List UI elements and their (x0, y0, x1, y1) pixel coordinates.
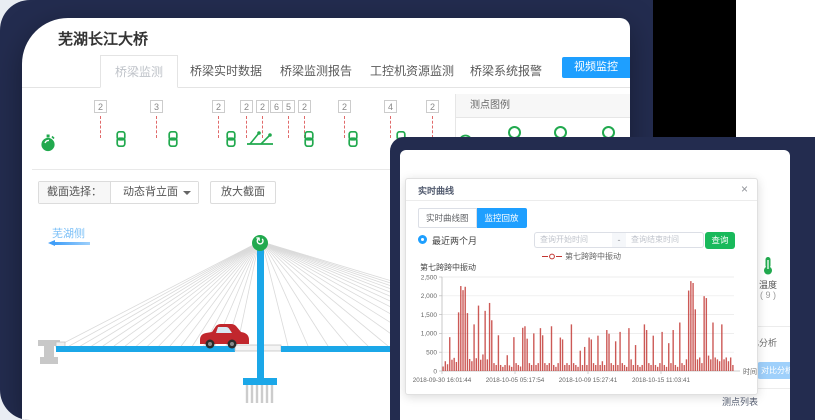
sensor-dashed-line (100, 116, 101, 138)
front-window: 例 温度 ( 9 ) 对比分析 对比分析 测点列表 实时曲线 × 实时曲线图监控… (400, 150, 790, 420)
sensor-dashed-line (344, 116, 345, 138)
tower-cap (243, 378, 277, 385)
range-separator: - (612, 232, 626, 248)
chain-link-icon[interactable] (304, 131, 314, 152)
svg-text:2,500: 2,500 (421, 274, 438, 281)
sensor-count-badge: 5 (282, 100, 295, 113)
svg-text:时间: 时间 (743, 367, 757, 376)
svg-text:2018-09-30 16:01:44: 2018-09-30 16:01:44 (413, 377, 472, 384)
sensor-dashed-line (432, 116, 433, 138)
sensor-count-badge: 2 (426, 100, 439, 113)
tower-piles (247, 385, 272, 403)
close-icon[interactable]: × (741, 182, 748, 196)
tab-4[interactable]: 桥梁系统报警 (470, 55, 542, 88)
compare-analysis-button[interactable]: 对比分析 (757, 362, 790, 379)
section-select-group: 截面选择： 动态背立面 (38, 181, 199, 204)
gps-sensor-icon[interactable]: ↻ (252, 235, 268, 251)
points-list-header: 测点列表 (722, 395, 758, 408)
chain-link-icon[interactable] (226, 131, 236, 152)
vibration-chart[interactable]: 0 500 1,000 1,500 2,000 2,500 2018-09-30 16:01… (406, 271, 758, 393)
chevron-down-icon (183, 191, 191, 195)
svg-text:1,500: 1,500 (421, 312, 438, 319)
black-region (653, 0, 736, 137)
white-region (736, 0, 815, 137)
chain-link-icon[interactable] (116, 131, 126, 152)
front-window-frame: 例 温度 ( 9 ) 对比分析 对比分析 测点列表 实时曲线 × 实时曲线图监控… (390, 137, 815, 420)
start-time-input[interactable]: 查询开始时间 (534, 232, 612, 248)
svg-text:2018-10-09 15:27:41: 2018-10-09 15:27:41 (559, 377, 618, 384)
radio-label: 最近两个月 (432, 234, 477, 247)
legend-label: 第七跨跨中振动 (565, 252, 621, 261)
svg-text:2018-10-15 11:03:41: 2018-10-15 11:03:41 (632, 377, 691, 384)
svg-text:1,000: 1,000 (421, 331, 438, 338)
chain-link-icon[interactable] (348, 131, 358, 152)
video-monitor-button[interactable]: 视频监控 (562, 57, 630, 78)
sensor-dashed-line (390, 116, 391, 138)
svg-text:500: 500 (426, 350, 437, 357)
section-select-label: 截面选择： (39, 182, 111, 203)
sensor-count-badge: 2 (338, 100, 351, 113)
sensor-count-badge: 4 (384, 100, 397, 113)
svg-text:2018-10-05 05:17:54: 2018-10-05 05:17:54 (486, 377, 545, 384)
dialog-title: 实时曲线 (418, 184, 454, 197)
sensor-count-badge: 3 (150, 100, 163, 113)
sensor-count-badge: 2 (212, 100, 225, 113)
sensor-count-badge: 2 (94, 100, 107, 113)
query-button[interactable]: 查询 (705, 232, 735, 249)
section-select-dropdown[interactable]: 动态背立面 (111, 182, 198, 203)
sensor-dashed-line (218, 116, 219, 138)
desktop-canvas: 芜湖长江大桥 桥梁监测桥梁实时数据桥梁监测报告工控机资源监测桥梁系统报警 视频监… (0, 0, 815, 420)
date-range-group: 查询开始时间 - 查询结束时间 (534, 232, 704, 248)
chart-legend[interactable]: 第七跨跨中振动 (406, 251, 757, 262)
timer-icon[interactable] (40, 134, 56, 157)
svg-text:0: 0 (433, 368, 437, 375)
dialog-header: 实时曲线 × (406, 179, 757, 201)
sensor-dashed-line (288, 116, 289, 138)
sensor-count-badge: 2 (298, 100, 311, 113)
page-title: 芜湖长江大桥 (58, 28, 148, 49)
point-legend-header: 测点图例 (456, 94, 630, 118)
thermometer-icon[interactable] (762, 256, 774, 275)
main-tabbar: 桥梁监测桥梁实时数据桥梁监测报告工控机资源监测桥梁系统报警 (22, 55, 630, 88)
radio-recent-two-months[interactable] (418, 235, 427, 244)
tab-0[interactable]: 桥梁监测 (100, 55, 178, 88)
bearing-icon[interactable] (246, 130, 274, 152)
dialog-tabbar: 实时曲线图监控回放 (418, 208, 527, 228)
tab-2[interactable]: 桥梁监测报告 (280, 55, 352, 88)
sensor-count-badge: 2 (240, 100, 253, 113)
dialog-tab-1[interactable]: 监控回放 (477, 208, 527, 228)
realtime-curve-dialog: 实时曲线 × 实时曲线图监控回放 最近两个月 查询开始时间 - 查询结束时间 查… (405, 178, 758, 395)
end-time-input[interactable]: 查询结束时间 (626, 232, 704, 248)
enlarge-section-button[interactable]: 放大截面 (210, 181, 276, 204)
chain-link-icon[interactable] (168, 131, 178, 152)
dialog-tab-0[interactable]: 实时曲线图 (418, 208, 477, 228)
svg-text:2,000: 2,000 (421, 293, 438, 300)
dialog-filter-row: 最近两个月 查询开始时间 - 查询结束时间 查询 (418, 232, 748, 249)
tab-1[interactable]: 桥梁实时数据 (190, 55, 262, 88)
bridge-tower (257, 240, 264, 378)
section-select-value: 动态背立面 (123, 186, 178, 198)
tab-3[interactable]: 工控机资源监测 (370, 55, 454, 88)
sensor-dashed-line (156, 116, 157, 138)
legend-marker-icon (542, 253, 562, 260)
sensor-count-badge: 2 (256, 100, 269, 113)
